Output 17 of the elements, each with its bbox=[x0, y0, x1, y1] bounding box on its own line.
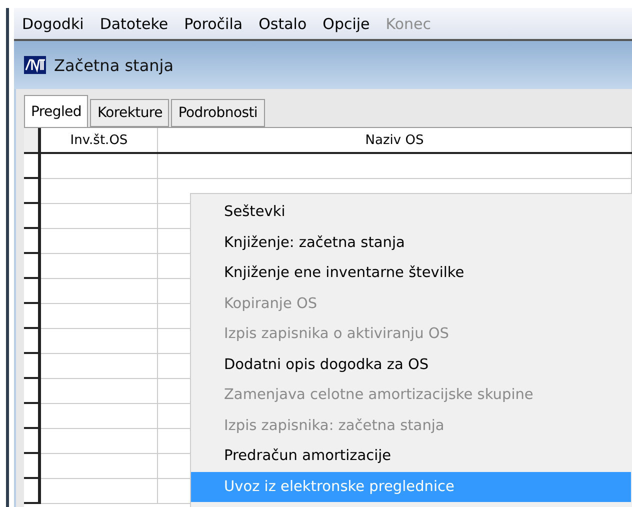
context-menu-item[interactable]: Predračun amortizacije bbox=[191, 441, 631, 472]
tab[interactable]: Korekture bbox=[90, 99, 170, 127]
app-logo-icon bbox=[24, 56, 46, 74]
menu-entry[interactable]: Dogodki bbox=[14, 14, 92, 32]
tab[interactable]: Podrobnosti bbox=[171, 99, 264, 127]
context-menu-item[interactable]: Knjiženje: začetna stanja bbox=[191, 228, 631, 258]
menu-entry[interactable]: Opcije bbox=[314, 14, 378, 32]
menu-entry[interactable]: Datoteke bbox=[92, 14, 176, 32]
column-header[interactable]: Inv.št.OS bbox=[41, 128, 158, 152]
window-title: Začetna stanja bbox=[54, 56, 174, 74]
context-menu-item[interactable]: Dodatni opis dogodka za OS bbox=[191, 350, 631, 380]
context-menu-item[interactable]: Seštevki bbox=[191, 197, 631, 228]
context-menu-item[interactable]: Knjiženje ene inventarne številke bbox=[191, 258, 631, 288]
tab[interactable]: Pregled bbox=[24, 95, 88, 127]
column-header[interactable]: Naziv OS bbox=[158, 128, 632, 152]
menu-entry[interactable]: Ostalo bbox=[250, 14, 315, 32]
menu-entry[interactable]: Poročila bbox=[176, 14, 251, 32]
